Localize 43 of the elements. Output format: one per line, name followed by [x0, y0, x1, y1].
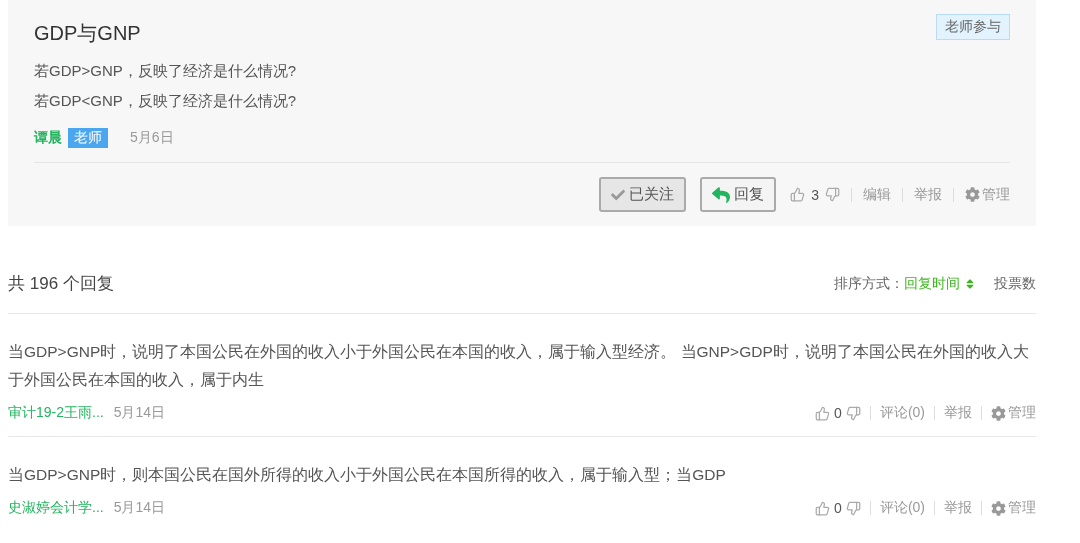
reply-date: 5月14日 [113, 499, 166, 517]
role-tag: 老师 [68, 128, 108, 148]
reply-text: 当GDP>GNP时，则本国公民在国外所得的收入小于外国公民在本国所得的收入，属于输入型；当GDP [8, 465, 727, 485]
sort-icon [964, 277, 976, 290]
manage-link[interactable]: 管理 [991, 404, 1036, 422]
author-name[interactable]: 谭晨 [34, 129, 62, 147]
question-title: GDP与GNP [34, 21, 141, 46]
teacher-badge: 老师参与 [936, 14, 1010, 40]
settings-icon [991, 500, 1006, 516]
thumbs-up-icon[interactable] [790, 187, 806, 202]
reply-icon [712, 185, 731, 204]
question-text: 若GDP>GNP，反映了经济是什么情况? [34, 61, 298, 81]
thumbs-down-icon[interactable] [845, 500, 861, 516]
reply-text: 当GDP>GNP时，说明了本国公民在外国的收入小于外国公民在本国的收入，属于输入型经济。 当GNP>GDP时，说明了本国公民在外国的收入大于外国公民在本国的收入，属于内生 [8, 342, 1030, 390]
manage-link[interactable]: 管理 [965, 185, 1010, 204]
like-count: 3 [811, 186, 819, 203]
author-name[interactable]: 史淑婷会计学... [8, 499, 104, 517]
thumbs-up-icon[interactable] [815, 405, 831, 421]
sort-label: 排序方式： [834, 274, 904, 293]
sort-option[interactable]: 投票数 [994, 274, 1036, 293]
like-count: 0 [834, 500, 842, 516]
action-link[interactable]: 评论(0) [879, 404, 925, 422]
reply-count: 共 196 个回复 [8, 273, 114, 295]
like-count: 0 [834, 405, 842, 421]
action-link[interactable]: 举报 [944, 499, 972, 517]
action-link[interactable]: 举报 [914, 185, 942, 204]
thumbs-down-icon[interactable] [845, 405, 861, 421]
action-link[interactable]: 评论(0) [879, 499, 925, 517]
action-link[interactable]: 编辑 [863, 185, 891, 204]
settings-icon [991, 405, 1006, 421]
sort-option[interactable]: 回复时间 [904, 274, 976, 293]
follow-button[interactable]: 已关注 [599, 177, 687, 212]
thumbs-up-icon[interactable] [815, 500, 831, 516]
reply-button[interactable]: 回复 [700, 177, 777, 212]
post-date: 5月6日 [130, 129, 174, 147]
check-icon [611, 187, 626, 202]
author-name[interactable]: 审计19-2王雨... [8, 404, 104, 422]
manage-link[interactable]: 管理 [991, 499, 1036, 517]
question-text: 若GDP<GNP，反映了经济是什么情况? [34, 91, 298, 111]
settings-icon [965, 187, 980, 202]
thumbs-down-icon[interactable] [825, 187, 840, 202]
reply-date: 5月14日 [113, 404, 166, 422]
action-link[interactable]: 举报 [944, 404, 972, 422]
